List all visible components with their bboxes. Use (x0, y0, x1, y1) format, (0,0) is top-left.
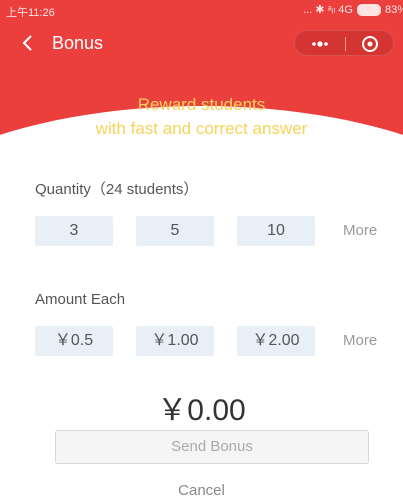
amount-option-1-00[interactable]: ￥1.00 (136, 326, 214, 356)
close-target-icon[interactable] (359, 35, 381, 53)
amount-label: Amount Each (35, 291, 126, 308)
nav-bar: Bonus (0, 28, 403, 60)
capsule-divider (345, 37, 346, 51)
page-title: Bonus (52, 33, 104, 53)
status-time: 上午11:26 (6, 7, 55, 19)
amount-option-0-5[interactable]: ￥0.5 (35, 326, 113, 356)
mini-program-capsule (294, 30, 394, 56)
quantity-option-10[interactable]: 10 (237, 216, 315, 246)
amount-more-link[interactable]: More (343, 326, 377, 356)
more-dots-icon[interactable] (307, 35, 333, 53)
signal-text: ... ✱ ᵃᵢₗ 4G (303, 4, 353, 16)
total-amount: ￥0.00 (157, 394, 246, 427)
status-bar: 上午11:26 ... ✱ ᵃᵢₗ 4G 83% (0, 0, 403, 20)
amount-option-2-00[interactable]: ￥2.00 (237, 326, 315, 356)
quantity-more-link[interactable]: More (343, 216, 377, 246)
battery-icon (356, 3, 381, 16)
cancel-link[interactable]: Cancel (0, 482, 403, 499)
header-banner: 上午11:26 ... ✱ ᵃᵢₗ 4G 83% Bonus Reward st… (0, 0, 403, 160)
reward-headline: Reward students with fast and correct an… (0, 93, 403, 141)
back-chevron-icon[interactable] (18, 33, 38, 53)
battery-text: 83% (384, 3, 403, 16)
status-indicators: ... ✱ ᵃᵢₗ 4G 83% (303, 3, 403, 16)
quantity-option-3[interactable]: 3 (35, 216, 113, 246)
quantity-option-5[interactable]: 5 (136, 216, 214, 246)
headline-line-2: with fast and correct answer (95, 119, 308, 138)
quantity-label: Quantity（24 students） (35, 181, 199, 198)
send-bonus-button[interactable]: Send Bonus (55, 430, 369, 464)
headline-line-1: Reward students (137, 95, 266, 114)
